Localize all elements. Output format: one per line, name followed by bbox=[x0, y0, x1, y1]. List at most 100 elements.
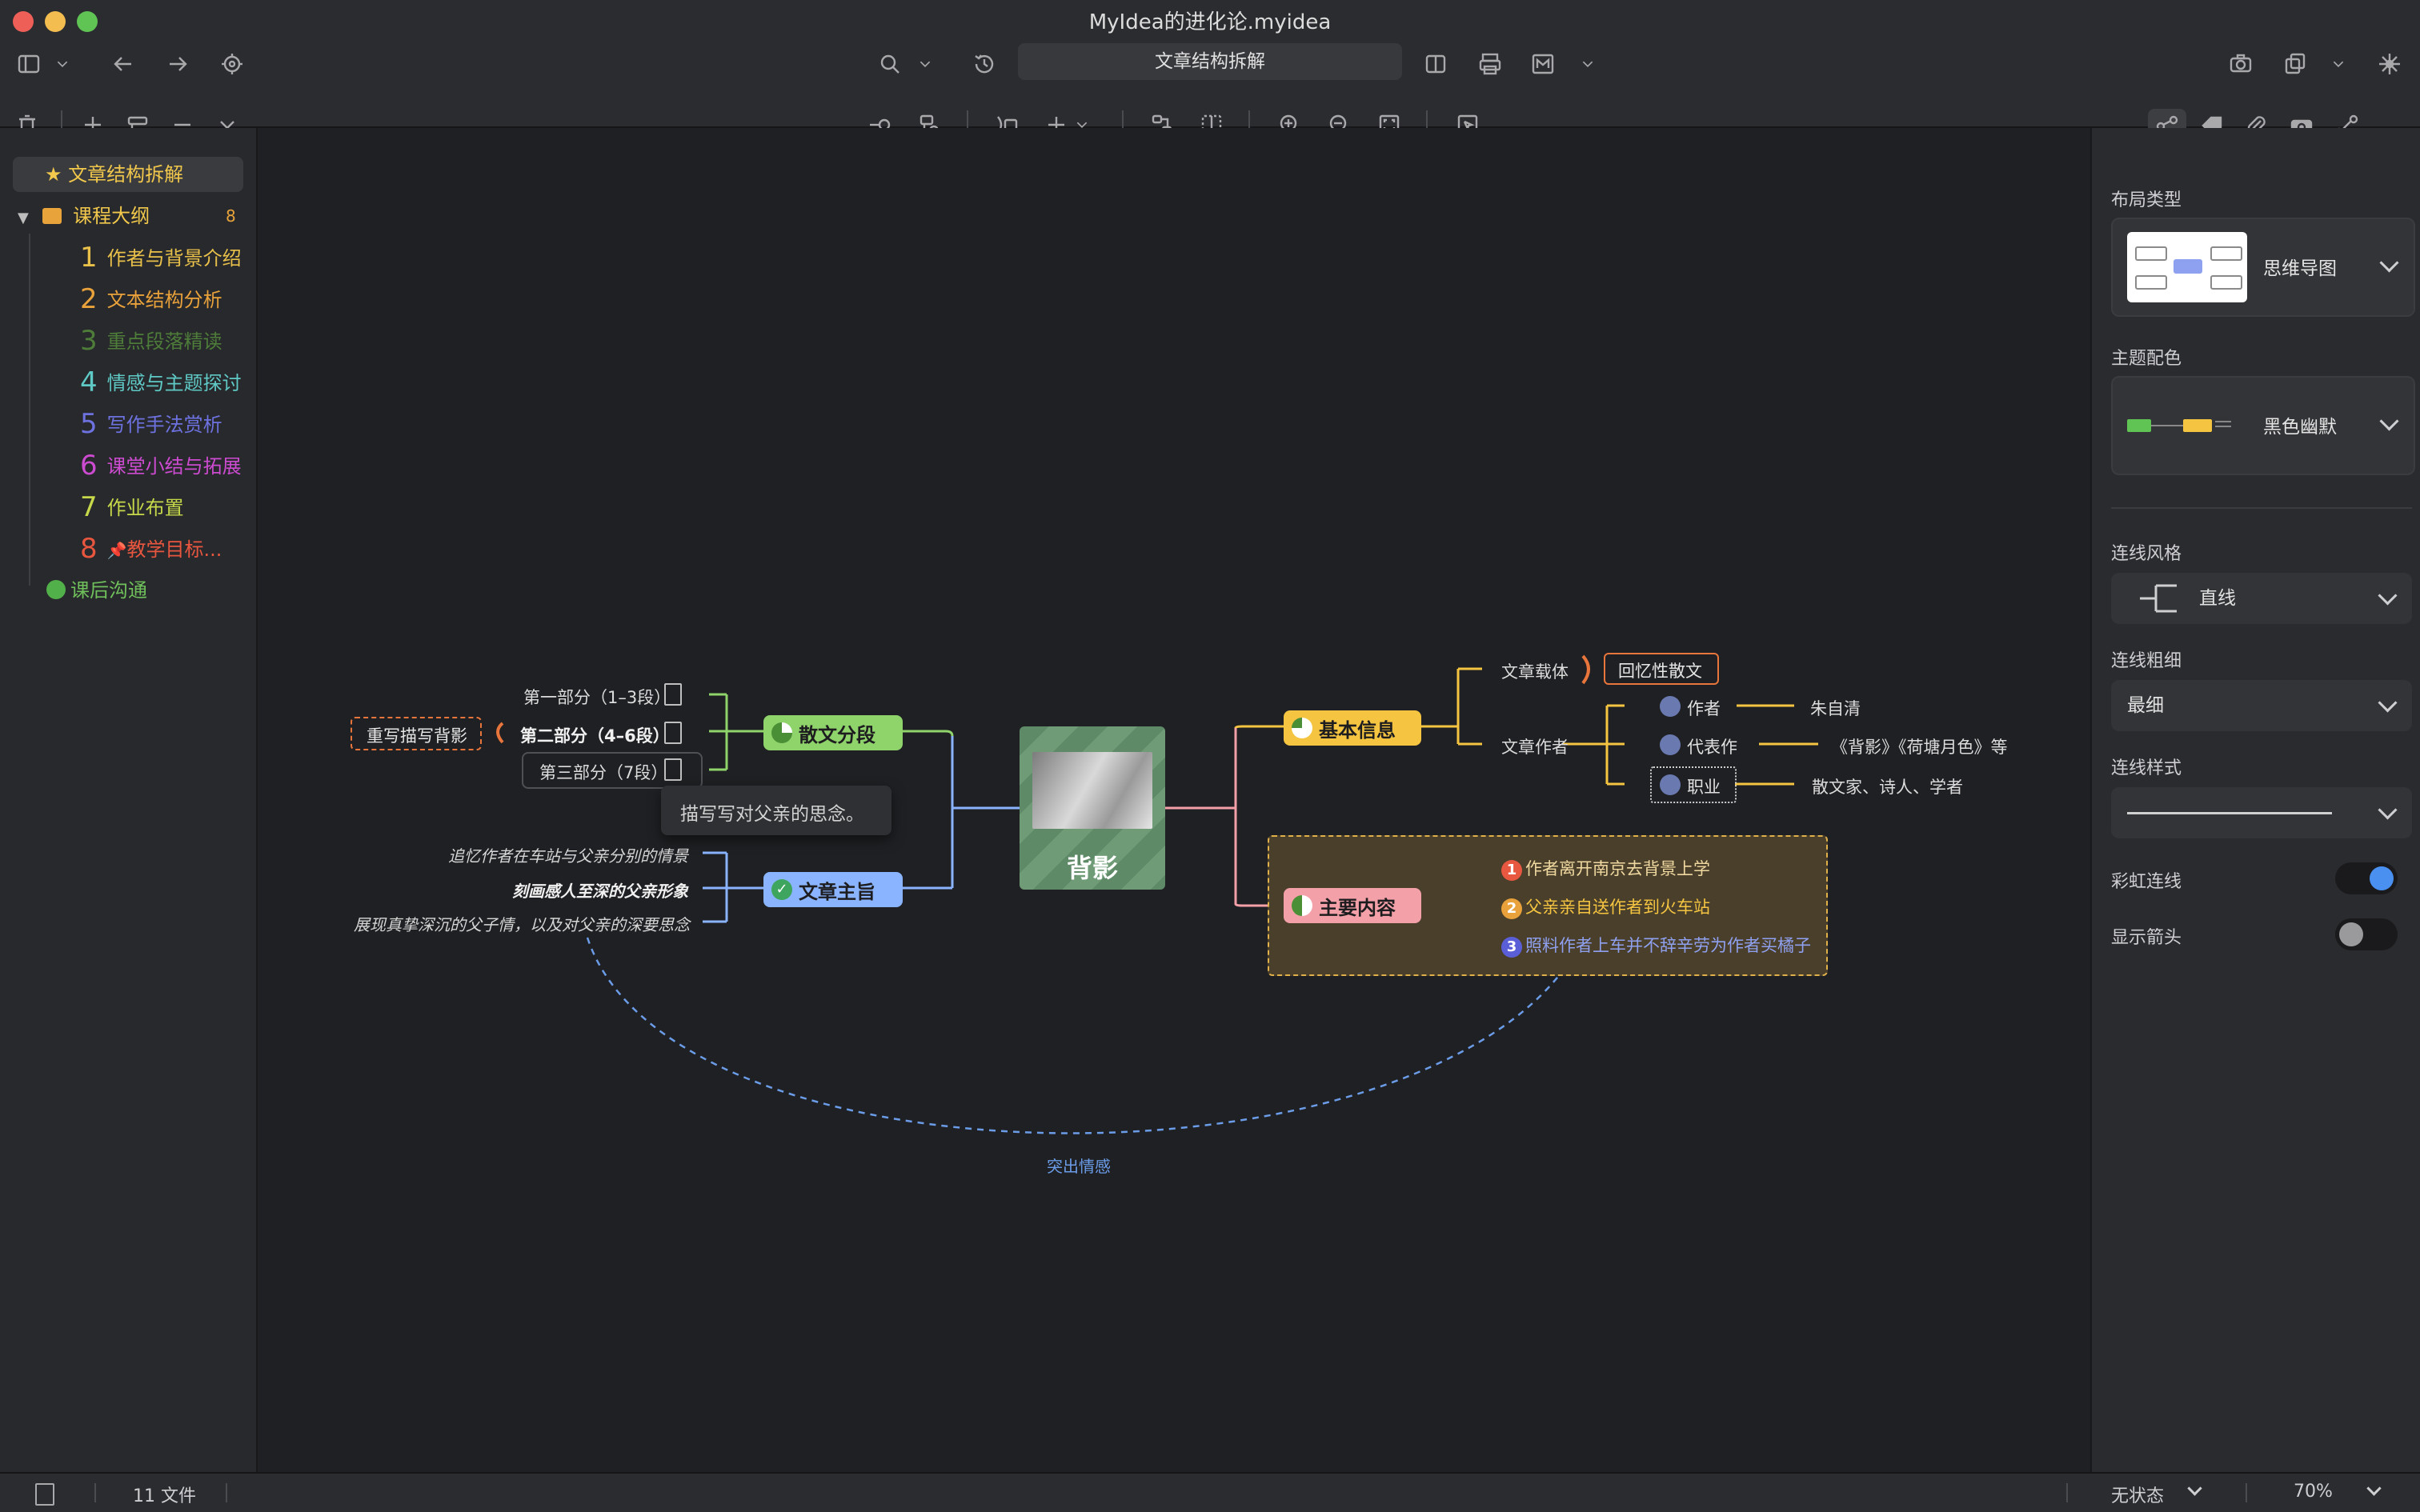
job-row-value[interactable]: 散文家、诗人、学者 bbox=[1812, 774, 1963, 798]
markdown-export-icon[interactable] bbox=[1525, 46, 1561, 82]
screenshot-camera-icon[interactable] bbox=[2223, 46, 2258, 82]
branch-label: 散文分段 bbox=[799, 723, 875, 746]
history-clock-icon[interactable] bbox=[967, 46, 1002, 82]
works-row-value[interactable]: 《背影》《荷塘月色》等 bbox=[1831, 734, 2008, 758]
layout-type-selector[interactable]: 思维导图 bbox=[2111, 218, 2415, 317]
sidebar-item-label: 教学目标... bbox=[126, 538, 222, 561]
note-document-icon[interactable] bbox=[664, 683, 682, 706]
branch-node-segments[interactable]: 散文分段 bbox=[763, 715, 903, 750]
layout-type-value: 思维导图 bbox=[2263, 258, 2337, 279]
theme-node-3[interactable]: 展现真挚深沉的父子情，以及对父亲的深要思念 bbox=[354, 912, 690, 935]
author-row-value[interactable]: 朱自清 bbox=[1810, 696, 1861, 720]
content-item-2[interactable]: 2 父亲亲自送作者到火车站 bbox=[1501, 894, 1710, 919]
item-number: 4 bbox=[80, 366, 98, 398]
branch-node-basic-info[interactable]: 基本信息 bbox=[1284, 710, 1421, 746]
sidebar-folder-course[interactable]: ▼ 课程大纲 bbox=[18, 197, 150, 235]
sidebar-item-extra[interactable]: 课后沟通 bbox=[46, 571, 147, 610]
author-label-node[interactable]: 文章作者 bbox=[1501, 734, 1569, 758]
sidebar-item-2[interactable]: 2 文本结构分析 bbox=[80, 280, 222, 318]
zoom-level[interactable]: 70% bbox=[2294, 1482, 2333, 1502]
show-arrows-toggle[interactable] bbox=[2335, 918, 2398, 950]
content-item-3[interactable]: 3 照料作者上车并不辞辛劳为作者买橘子 bbox=[1501, 933, 1811, 958]
back-arrow-icon[interactable] bbox=[106, 46, 141, 82]
folder-count-badge: 8 bbox=[226, 206, 236, 226]
search-options-chevron-icon[interactable] bbox=[916, 46, 935, 82]
line-style-value: 直线 bbox=[2199, 588, 2236, 609]
chevron-down-icon bbox=[2379, 411, 2399, 431]
sidebar-item-3[interactable]: 3 重点段落精读 bbox=[80, 322, 222, 360]
note-tooltip-text: 描写写对父亲的思念。 bbox=[680, 804, 864, 825]
status-selector[interactable]: 无状态 bbox=[2111, 1482, 2164, 1507]
sidebar-item-8[interactable]: 8 📌教学目标... bbox=[80, 530, 222, 568]
chevron-down-icon bbox=[2378, 693, 2398, 713]
rainbow-lines-toggle[interactable] bbox=[2335, 862, 2398, 894]
sidebar-menu-chevron-icon[interactable] bbox=[53, 46, 72, 82]
chevron-down-icon bbox=[2378, 586, 2398, 606]
sidebar-item-favorite-row[interactable]: ★ 文章结构拆解 bbox=[45, 155, 183, 194]
line-pattern-dropdown[interactable] bbox=[2111, 787, 2412, 838]
branch-node-main-content[interactable]: 主要内容 bbox=[1284, 888, 1421, 923]
theme-node-2[interactable]: 刻画感人至深的父亲形象 bbox=[512, 878, 688, 902]
theme-label: 主题配色 bbox=[2111, 349, 2182, 369]
sidebar-item-1[interactable]: 1 作者与背景介绍 bbox=[80, 238, 242, 277]
sidebar-toggle-icon[interactable] bbox=[11, 46, 46, 82]
theme-node-1[interactable]: 追忆作者在车站与父亲分别的情景 bbox=[448, 843, 688, 866]
chevron-down-icon[interactable] bbox=[2366, 1481, 2382, 1496]
locate-target-icon[interactable] bbox=[214, 46, 250, 82]
breadcrumb[interactable]: 文章结构拆解 bbox=[1018, 43, 1402, 80]
sidebar-item-label: 课堂小结与拓展 bbox=[106, 455, 242, 478]
number-badge: 2 bbox=[1501, 898, 1522, 919]
sidebar-item-5[interactable]: 5 写作手法赏析 bbox=[80, 405, 222, 443]
chevron-down-icon[interactable] bbox=[2187, 1481, 2202, 1496]
item-number: 2 bbox=[80, 283, 98, 315]
line-pattern-label: 连线样式 bbox=[2111, 758, 2182, 778]
mindmap-canvas[interactable]: 重写描写背影 第一部分（1–3段） 第二部分（4–6段） 第三部分（7段） 描写… bbox=[258, 128, 2090, 1472]
document-icon[interactable] bbox=[35, 1483, 54, 1506]
section-node-3[interactable]: 第三部分（7段） bbox=[539, 760, 667, 784]
sidebar-item-label: 写作手法赏析 bbox=[106, 414, 222, 436]
sidebar-folder-label: 课程大纲 bbox=[73, 205, 150, 227]
layout-type-label: 布局类型 bbox=[2111, 190, 2182, 210]
sidebar-favorite-label: 文章结构拆解 bbox=[68, 163, 184, 186]
content-item-text: 作者离开南京去背景上学 bbox=[1525, 859, 1710, 878]
line-weight-dropdown[interactable]: 最细 bbox=[2111, 680, 2412, 731]
note-document-icon[interactable] bbox=[664, 722, 682, 744]
forward-arrow-icon[interactable] bbox=[160, 46, 195, 82]
content-item-1[interactable]: 1 作者离开南京去背景上学 bbox=[1501, 856, 1710, 881]
window-options-chevron-icon[interactable] bbox=[2329, 46, 2348, 82]
note-document-icon[interactable] bbox=[664, 758, 682, 781]
thumbs-up-icon bbox=[1660, 734, 1681, 755]
split-view-icon[interactable] bbox=[1418, 46, 1453, 82]
sidebar-item-7[interactable]: 7 作业布置 bbox=[80, 488, 184, 526]
fire-icon bbox=[1660, 774, 1681, 795]
callout-text: 重写描写背影 bbox=[367, 726, 467, 746]
export-options-chevron-icon[interactable] bbox=[1578, 46, 1597, 82]
theme-preview bbox=[2127, 418, 2231, 434]
chat-bubble-icon bbox=[46, 580, 66, 599]
duplicate-window-icon[interactable] bbox=[2278, 46, 2313, 82]
line-style-dropdown[interactable]: 直线 bbox=[2111, 573, 2412, 624]
print-icon[interactable] bbox=[1472, 46, 1508, 82]
title-bar: MyIdea的进化论.myidea bbox=[0, 0, 2420, 46]
line-weight-label: 连线粗细 bbox=[2111, 651, 2182, 671]
chevron-down-icon bbox=[2379, 253, 2399, 273]
sidebar-item-4[interactable]: 4 情感与主题探讨 bbox=[80, 363, 242, 402]
author-row-label[interactable]: 作者 bbox=[1687, 696, 1721, 720]
sparkle-ai-icon[interactable] bbox=[2372, 46, 2407, 82]
carrier-label-node[interactable]: 文章载体 bbox=[1501, 659, 1569, 683]
disclosure-triangle-icon[interactable]: ▼ bbox=[18, 210, 29, 226]
works-row-label[interactable]: 代表作 bbox=[1687, 734, 1737, 758]
status-bar: 11 文件 无状态 70% bbox=[0, 1472, 2420, 1512]
toggle-knob bbox=[2370, 866, 2394, 890]
relation-label[interactable]: 突出情感 bbox=[1047, 1154, 1111, 1177]
mindmap-connectors bbox=[496, 654, 1818, 1134]
sidebar-extra-label: 课后沟通 bbox=[70, 579, 147, 602]
line-weight-value: 最细 bbox=[2127, 695, 2164, 716]
theme-selector[interactable]: 黑色幽默 bbox=[2111, 376, 2415, 475]
check-circle-icon: ✓ bbox=[771, 879, 792, 900]
section-node-2[interactable]: 第二部分（4–6段） bbox=[520, 723, 670, 747]
search-icon[interactable] bbox=[872, 46, 908, 82]
sidebar-item-6[interactable]: 6 课堂小结与拓展 bbox=[80, 446, 242, 485]
section-node-1[interactable]: 第一部分（1–3段） bbox=[523, 685, 671, 709]
branch-node-theme[interactable]: ✓ 文章主旨 bbox=[763, 872, 903, 907]
